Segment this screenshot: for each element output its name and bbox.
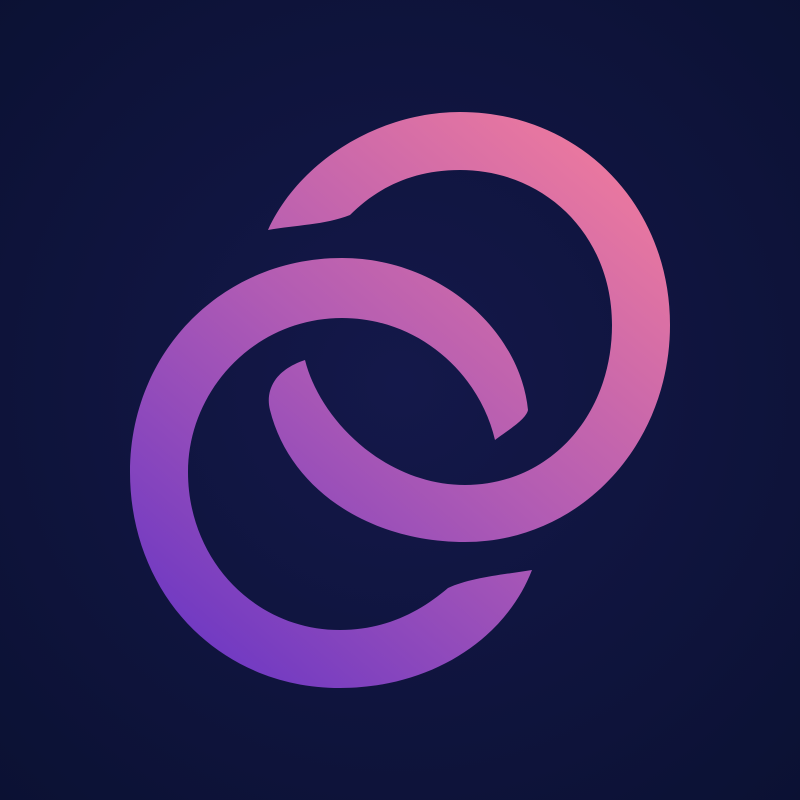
app-icon <box>0 0 800 800</box>
interlocking-rings-logo <box>130 112 670 688</box>
